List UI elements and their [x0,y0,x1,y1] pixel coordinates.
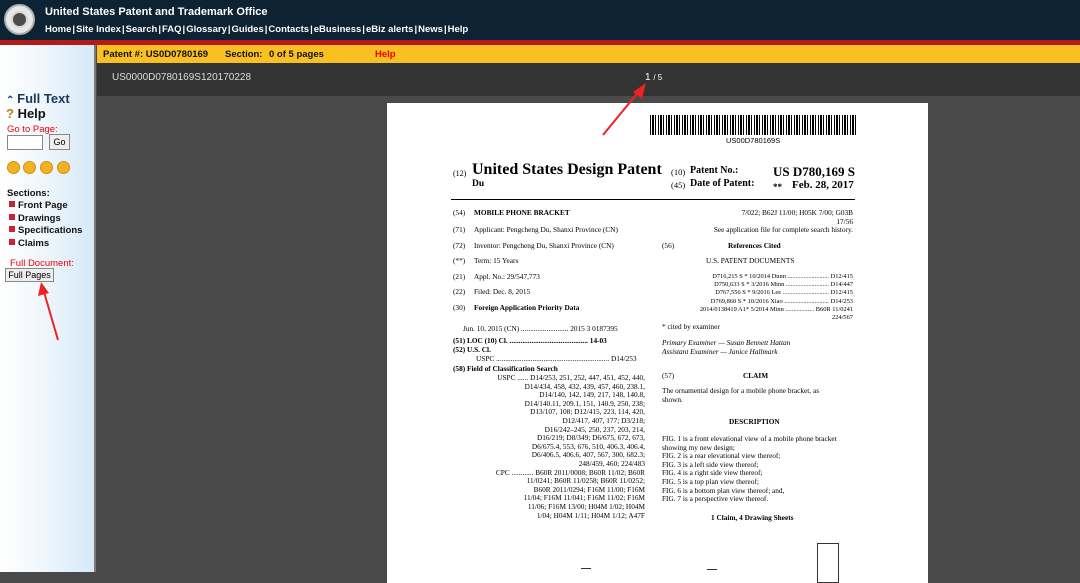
nav-link-news[interactable]: News [418,24,443,35]
refs-code: (56) [662,241,675,250]
date-stars: ** [773,182,782,192]
field-code: (21) [453,271,466,281]
help-link[interactable]: ? Help [6,106,46,121]
nav-link-faq[interactable]: FAQ [162,24,182,35]
nav-link-site-index[interactable]: Site Index [76,24,121,35]
drawing-figure [817,543,839,583]
bullet-icon [9,226,15,232]
section-label: Section: [225,49,263,60]
field-code: (**) [453,256,466,265]
annotation-arrow-page [602,83,646,136]
nav-link-help[interactable]: Help [448,24,469,35]
up-arrow-icon: ⌃ [6,95,18,106]
field-text: Term: 15 Years [474,256,519,265]
claim-code: (57) [662,371,675,380]
field-code: (54) [453,208,466,217]
claim-sheets-line: 1 Claim, 4 Drawing Sheets [711,513,794,522]
first-page-icon[interactable] [7,161,20,174]
field-text: MOBILE PHONE BRACKET [474,208,570,217]
field-text: Inventor: Pengcheng Du, Shanxi Province … [474,240,614,250]
annotation-arrow-fullpages [38,282,59,341]
nav-link-home[interactable]: Home [45,24,71,35]
prev-page-icon[interactable] [23,161,36,174]
date-label: Date of Patent: [690,178,755,189]
site-header: United States Patent and Trademark Offic… [0,0,1080,40]
patent-no-label: Patent No.: [690,165,739,176]
field-code: (72) [453,240,466,250]
sections-label: Sections: [7,188,50,199]
classification-line: 1/04; H04M 1/11; H04M 1/12; A47F [536,510,645,520]
patent-number: Patent #: US0D0780169 [103,49,209,60]
drawing-figure [581,568,591,578]
nav-link-ebusiness[interactable]: eBusiness [314,24,362,35]
code-10: (10) [671,167,686,177]
field-text: Foreign Application Priority Data [474,302,580,312]
inventor-short: Du [472,179,485,189]
next-page-icon[interactable] [40,161,53,174]
field-text: Appl. No.: 29/547,773 [474,271,540,281]
doc-title: United States Design Patent [472,161,662,178]
patent-page: US00D780169S (12) United States Design P… [387,103,928,583]
refs-title: References Cited [728,241,781,250]
nav-link-guides[interactable]: Guides [232,24,264,35]
patent-date: Feb. 28, 2017 [792,179,854,191]
bullet-icon [9,214,15,220]
top-nav: Home|Site Index|Search|FAQ|Glossary|Guid… [45,24,468,35]
toolbar-help-link[interactable]: Help [375,49,396,60]
section-value: 0 of 5 pages [269,49,324,60]
priority-line: Jun. 10, 2015 (CN) .....................… [463,324,618,333]
field-code: (22) [453,287,466,296]
claim-title: CLAIM [743,371,769,380]
section-claims[interactable]: Claims [9,238,49,249]
description-title: DESCRIPTION [729,417,780,426]
nav-link-ebiz-alerts[interactable]: eBiz alerts [366,24,414,35]
drawing-figure [707,569,717,575]
section-drawings[interactable]: Drawings [9,213,61,224]
field-text: Applicant: Pengcheng Du, Shanxi Province… [474,225,618,234]
code-12: (12) [453,169,467,178]
header-rule [451,199,855,200]
bullet-icon [9,239,15,245]
assistant-examiner: Assistant Examiner — Janice Hallmark [662,347,778,356]
go-button[interactable]: Go [49,134,70,150]
claim-text: The ornamental design for a mobile phone… [662,386,820,395]
cited-note: * cited by examiner [662,322,720,331]
field-text: Filed: Dec. 8, 2015 [474,287,531,296]
reference-row: 2014/0138419 A1* 5/2014 Minn ...........… [699,305,853,313]
nav-link-glossary[interactable]: Glossary [186,24,227,35]
nav-link-contacts[interactable]: Contacts [268,24,309,35]
last-page-icon[interactable] [57,161,70,174]
field-code: (71) [453,225,466,234]
full-text-link[interactable]: ⌃ Full Text [6,91,70,106]
document-id: US0000D0780169S120170228 [112,72,252,83]
section-front-page[interactable]: Front Page [9,200,68,211]
refs-subtitle: U.S. PATENT DOCUMENTS [706,256,795,265]
bullet-icon [9,201,15,207]
barcode-number: US00D780169S [726,136,781,145]
goto-page-input[interactable] [7,135,43,150]
uspc-line: USPC ...................................… [476,354,637,363]
claim-text: shown. [662,394,683,404]
question-icon: ? [6,106,18,121]
nav-link-search[interactable]: Search [126,24,158,35]
patent-no: US D780,169 S [773,164,855,179]
classification-cont: See application file for complete search… [713,225,853,235]
description-line: FIG. 7 is a perspective view thereof. [662,494,769,504]
uspto-seal-icon [4,4,35,35]
barcode [650,115,856,135]
section-specifications[interactable]: Specifications [9,225,82,236]
field-code: (30) [453,302,466,312]
viewer-toolbar: US0000D0780169S120170228 1 / 5 [97,63,1080,96]
document-toolbar: Patent #: US0D0780169 Section: 0 of 5 pa… [97,45,1080,63]
site-title: United States Patent and Trademark Offic… [45,6,268,18]
code-45: (45) [671,180,686,190]
reference-row: 224/567 [832,314,853,321]
